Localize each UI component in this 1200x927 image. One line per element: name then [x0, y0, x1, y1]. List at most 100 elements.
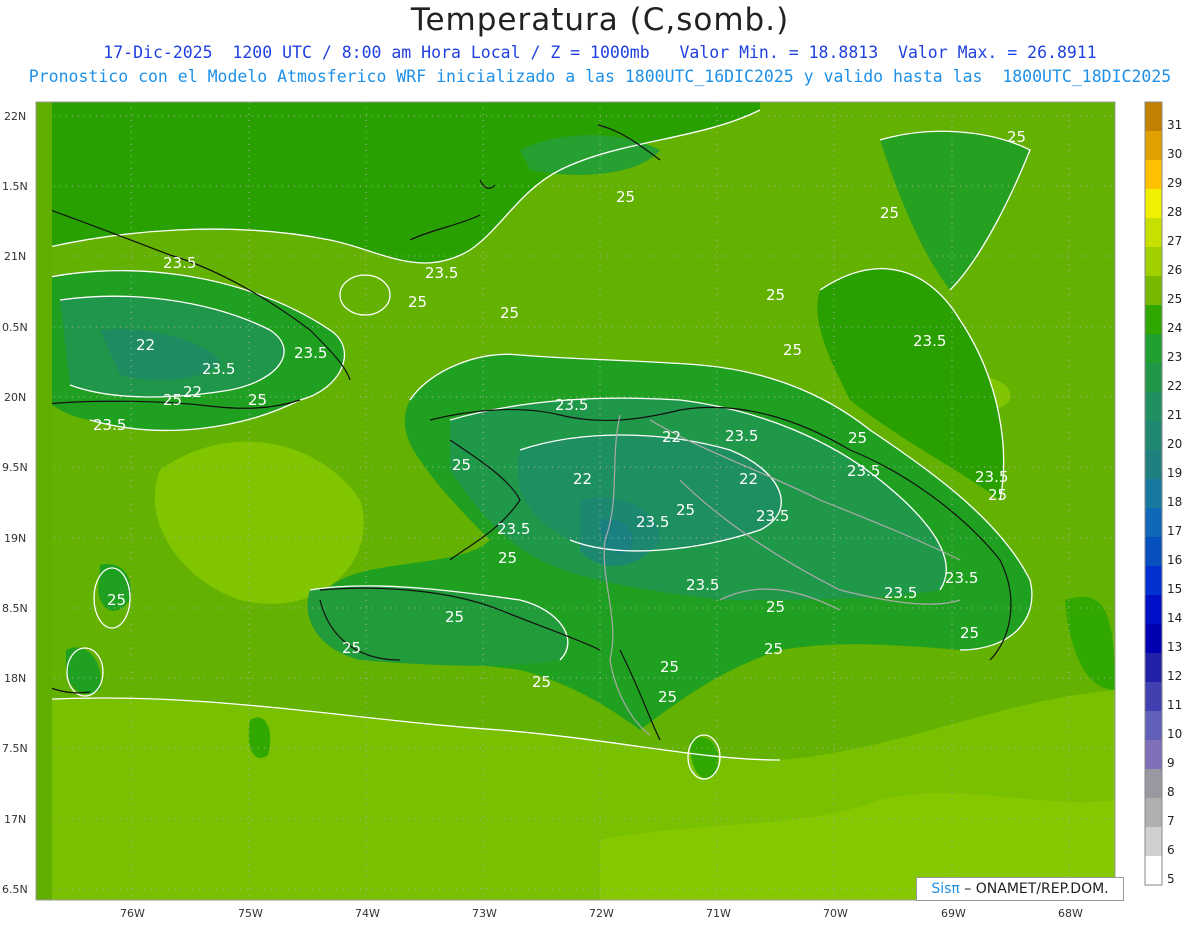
- colorbar-swatch: [1145, 218, 1162, 247]
- credit-box: Sisπ – ONAMET/REP.DOM.: [916, 877, 1124, 901]
- colorbar-swatch: [1145, 653, 1162, 682]
- colorbar-label: 5: [1167, 872, 1175, 886]
- contour-label: 25: [658, 688, 677, 706]
- lat-tick-label: 18N: [4, 672, 26, 685]
- contour-label: 23.5: [497, 520, 530, 538]
- contour-label: 25: [766, 598, 785, 616]
- contour-label: 25: [342, 639, 361, 657]
- lat-tick-label: 9.5N: [2, 461, 28, 474]
- contour-label: 23.5: [555, 396, 588, 414]
- colorbar-swatch: [1145, 479, 1162, 508]
- temperature-field: 25 25 25 25 25 25 25 25 25 25 25 25 25 2…: [52, 102, 1115, 900]
- contour-label: 23.5: [725, 427, 758, 445]
- contour-label: 23.5: [425, 264, 458, 282]
- contour-label: 23.5: [636, 513, 669, 531]
- colorbar-swatch: [1145, 624, 1162, 653]
- contour-label: 23.5: [163, 254, 196, 272]
- contour-label: 23.5: [756, 507, 789, 525]
- colorbar-label: 18: [1167, 495, 1182, 509]
- colorbar-swatch: [1145, 102, 1162, 131]
- colorbar-label: 7: [1167, 814, 1175, 828]
- lat-tick-label: 20N: [4, 391, 26, 404]
- lon-tick-label: 74W: [355, 907, 380, 920]
- contour-label: 23.5: [202, 360, 235, 378]
- contour-label: 25: [532, 673, 551, 691]
- contour-label: 25: [848, 429, 867, 447]
- contour-label: 22: [183, 383, 202, 401]
- contour-label: 25: [764, 640, 783, 658]
- lat-tick-label: 19N: [4, 532, 26, 545]
- lon-tick-label: 71W: [706, 907, 731, 920]
- contour-label: 25: [783, 341, 802, 359]
- colorbar-swatch: [1145, 450, 1162, 479]
- colorbar-swatch: [1145, 740, 1162, 769]
- lat-tick-label: 6.5N: [2, 883, 28, 896]
- colorbar-swatch: [1145, 856, 1162, 885]
- contour-label: 25: [163, 391, 182, 409]
- colorbar-label: 25: [1167, 292, 1182, 306]
- colorbar-swatch: [1145, 421, 1162, 450]
- colorbar-label: 17: [1167, 524, 1182, 538]
- contour-label: 25: [408, 293, 427, 311]
- lat-tick-label: 0.5N: [2, 321, 28, 334]
- contour-label: 22: [136, 336, 155, 354]
- colorbar-label: 24: [1167, 321, 1182, 335]
- colorbar-label: 27: [1167, 234, 1182, 248]
- colorbar-swatch: [1145, 798, 1162, 827]
- contour-label: 23.5: [975, 468, 1008, 486]
- colorbar-label: 19: [1167, 466, 1182, 480]
- colorbar-label: 26: [1167, 263, 1182, 277]
- contour-label: 23.5: [93, 416, 126, 434]
- colorbar-label: 28: [1167, 205, 1182, 219]
- lon-tick-label: 68W: [1058, 907, 1083, 920]
- contour-label: 22: [739, 470, 758, 488]
- lat-tick-label: 17N: [4, 813, 26, 826]
- lat-tick-label: 22N: [4, 110, 26, 123]
- colorbar-label: 11: [1167, 698, 1182, 712]
- colorbar-label: 31: [1167, 118, 1182, 132]
- colorbar-label: 8: [1167, 785, 1175, 799]
- colorbar-label: 16: [1167, 553, 1182, 567]
- colorbar-swatch: [1145, 363, 1162, 392]
- contour-label: 23.5: [913, 332, 946, 350]
- colorbar-label: 10: [1167, 727, 1182, 741]
- sispi-logo: Sisπ: [931, 881, 960, 897]
- contour-label: 25: [498, 549, 517, 567]
- colorbar-swatch: [1145, 189, 1162, 218]
- contour-label: 22: [573, 470, 592, 488]
- colorbar-label: 22: [1167, 379, 1182, 393]
- contour-label: 25: [452, 456, 471, 474]
- lon-tick-label: 73W: [472, 907, 497, 920]
- credit-text: – ONAMET/REP.DOM.: [959, 881, 1109, 897]
- longitude-axis: 76W 75W 74W 73W 72W 71W 70W 69W 68W: [120, 907, 1083, 920]
- colorbar-swatch: [1145, 537, 1162, 566]
- colorbar-label: 29: [1167, 176, 1182, 190]
- contour-label: 25: [988, 486, 1007, 504]
- colorbar-swatch: [1145, 392, 1162, 421]
- colorbar-label: 13: [1167, 640, 1182, 654]
- contour-label: 23.5: [686, 576, 719, 594]
- contour-label: 25: [960, 624, 979, 642]
- contour-label: 25: [766, 286, 785, 304]
- colorbar-label: 21: [1167, 408, 1182, 422]
- contour-label: 25: [248, 391, 267, 409]
- colorbar-swatch: [1145, 305, 1162, 334]
- lat-tick-label: 8.5N: [2, 602, 28, 615]
- contour-label: 22: [662, 428, 681, 446]
- latitude-axis: 22N 1.5N 21N 0.5N 20N 9.5N 19N 8.5N 18N …: [2, 110, 28, 896]
- contour-label: 25: [880, 204, 899, 222]
- contour-label: 25: [676, 501, 695, 519]
- lon-tick-label: 70W: [823, 907, 848, 920]
- colorbar-swatch: [1145, 827, 1162, 856]
- lat-tick-label: 7.5N: [2, 742, 28, 755]
- contour-label: 25: [616, 188, 635, 206]
- contour-label: 25: [445, 608, 464, 626]
- colorbar-swatch: [1145, 160, 1162, 189]
- colorbar-swatch: [1145, 334, 1162, 363]
- colorbar-swatch: [1145, 769, 1162, 798]
- colorbar-swatch: [1145, 131, 1162, 160]
- colorbar-label: 30: [1167, 147, 1182, 161]
- colorbar-swatch: [1145, 595, 1162, 624]
- colorbar-swatch: [1145, 247, 1162, 276]
- colorbar-label: 12: [1167, 669, 1182, 683]
